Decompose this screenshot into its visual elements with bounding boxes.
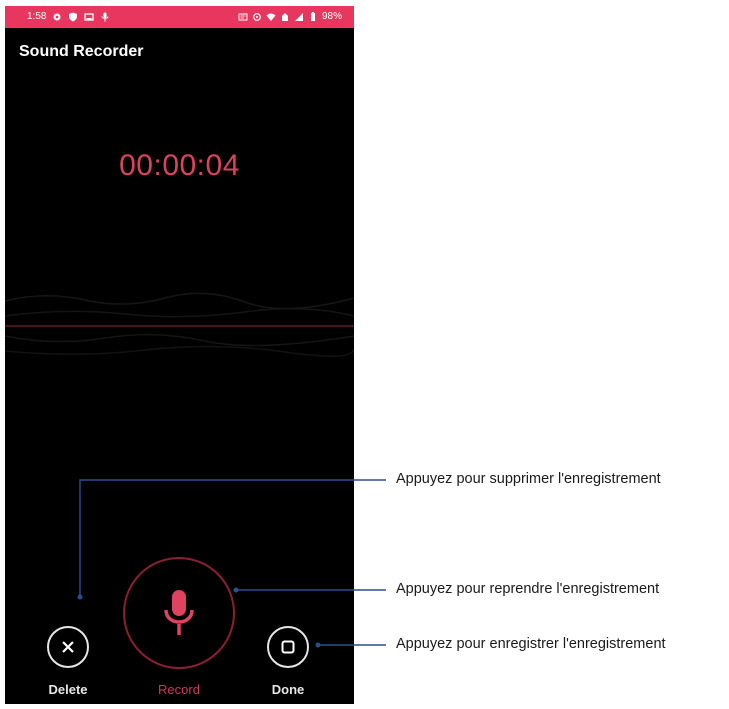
waveform [5, 292, 354, 357]
done-annotation: Appuyez pour enregistrer l'enregistremen… [396, 636, 666, 652]
record-annotation: Appuyez pour reprendre l'enregistrement [396, 581, 660, 597]
stop-square-icon [281, 640, 295, 654]
status-right: 98% [238, 6, 342, 28]
app-title: Sound Recorder [19, 43, 144, 60]
record-label: Record [158, 682, 200, 697]
cast-icon [84, 13, 95, 21]
recording-timer: 00:00:04 [119, 149, 240, 182]
status-left: 1:58 [27, 6, 110, 28]
close-icon [62, 641, 74, 653]
settings-icon [53, 13, 61, 21]
signal-icon [294, 13, 303, 21]
status-time: 1:58 [27, 11, 47, 22]
delete-button[interactable] [47, 626, 89, 668]
wifi-icon [266, 13, 276, 21]
done-label: Done [271, 682, 305, 697]
phone-screen: 1:58 98% Sound Recorder 00:00:04 Delete … [5, 6, 354, 704]
microphone-icon [164, 590, 194, 635]
battery-icon [310, 12, 315, 21]
record-button[interactable] [123, 557, 235, 669]
battery-percent: 98% [321, 11, 342, 22]
page: 1:58 98% Sound Recorder 00:00:04 Delete … [0, 0, 729, 709]
message-icon [238, 13, 248, 21]
status-bar: 1:58 98% [5, 6, 354, 28]
done-button[interactable] [267, 626, 309, 668]
mic-icon [101, 12, 109, 22]
shield-icon [69, 12, 78, 22]
delete-label: Delete [48, 682, 88, 697]
delete-annotation: Appuyez pour supprimer l'enregistrement [396, 471, 661, 487]
data-icon [281, 13, 288, 21]
sync-icon [253, 13, 261, 21]
